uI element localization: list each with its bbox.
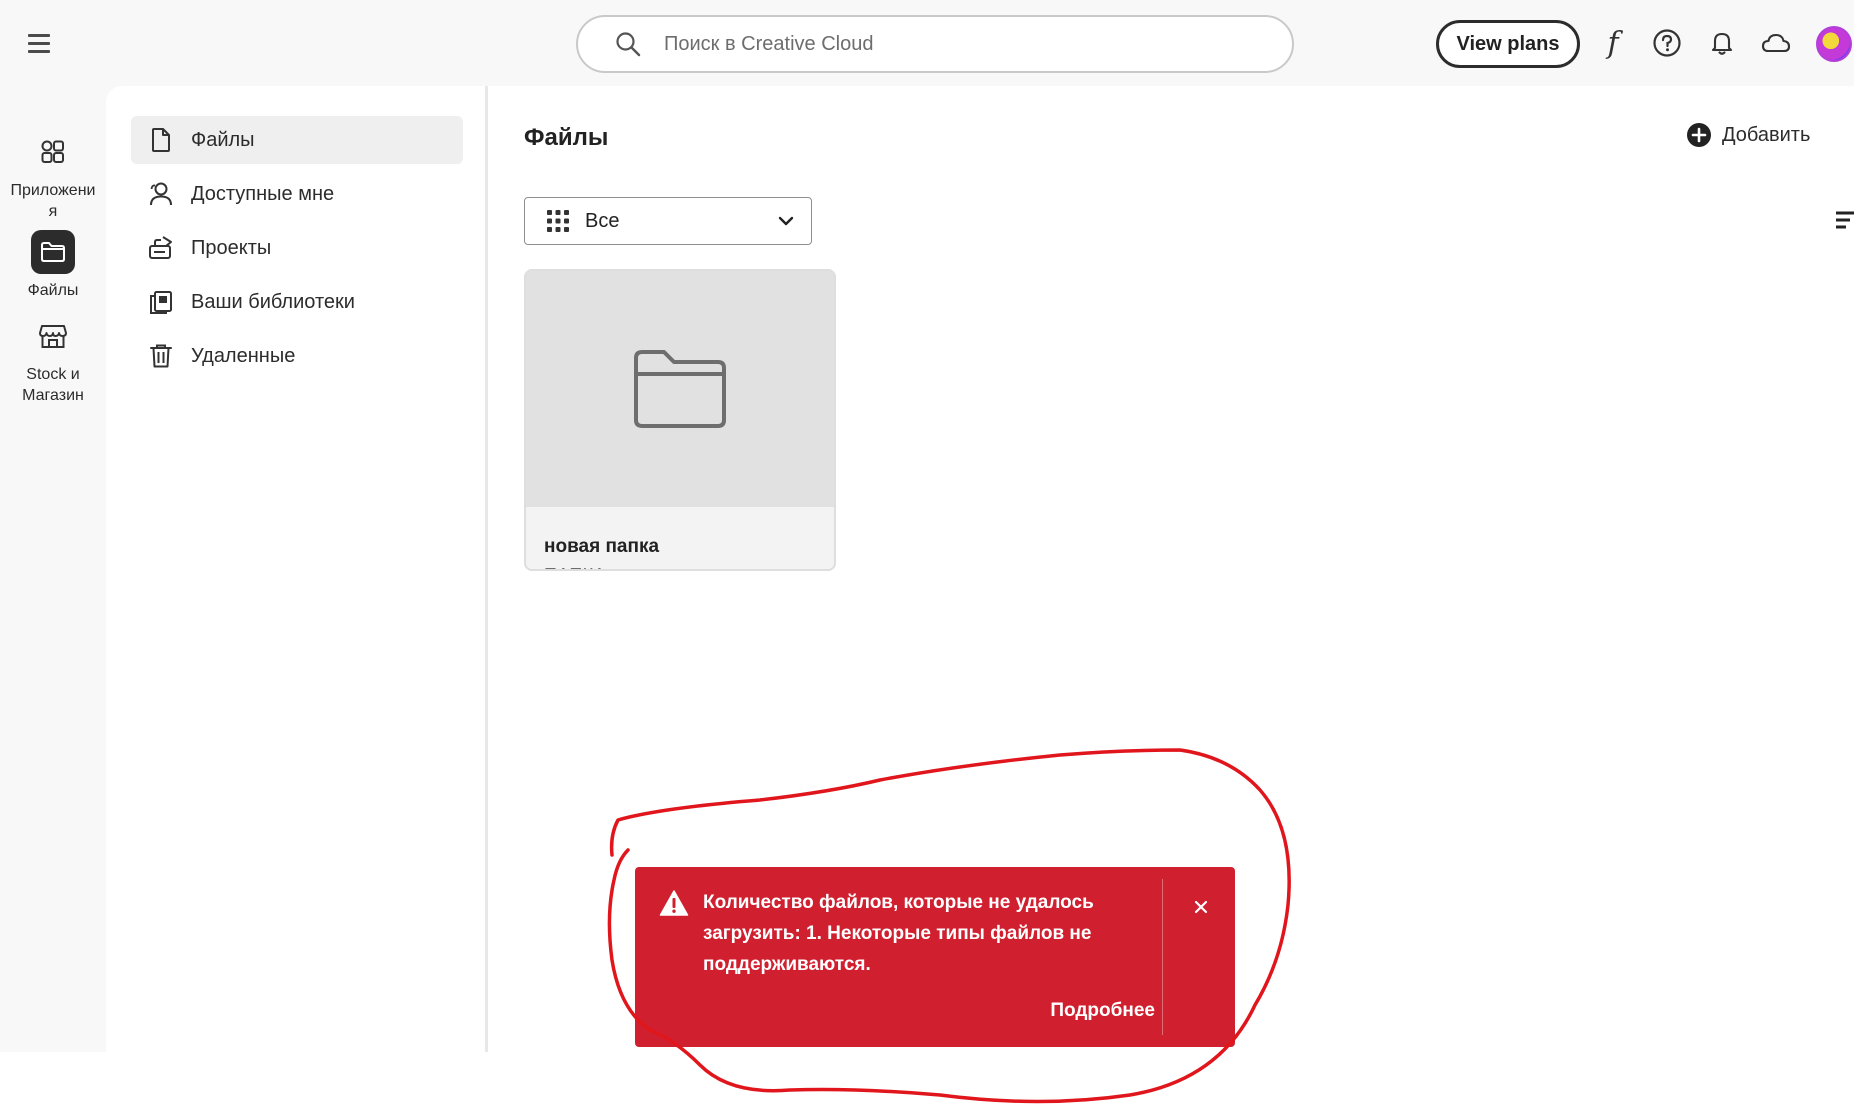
close-icon <box>1194 900 1208 914</box>
subnav-item-deleted[interactable]: Удаленные <box>131 332 463 380</box>
folder-icon <box>634 350 726 428</box>
help-icon[interactable] <box>1650 26 1684 60</box>
subnav-item-label: Файлы <box>191 128 255 151</box>
shared-users-icon <box>147 180 175 208</box>
left-rail: Приложени я Файлы Stock и Магазин <box>0 86 106 1052</box>
type-filter-dropdown[interactable]: Все <box>524 197 812 245</box>
top-bar: View plans f <box>0 0 1854 86</box>
subnav-item-label: Доступные мне <box>191 182 335 205</box>
trash-icon <box>147 342 175 370</box>
toast-close-button[interactable] <box>1187 893 1215 921</box>
folder-icon <box>31 230 75 274</box>
user-avatar[interactable] <box>1816 26 1852 62</box>
rail-item-files[interactable]: Файлы <box>0 230 106 301</box>
add-button[interactable]: Добавить <box>1686 122 1810 148</box>
subnav-item-projects[interactable]: Проекты <box>131 224 463 272</box>
subnav-item-label: Проекты <box>191 236 272 259</box>
toast-divider <box>1162 879 1163 1035</box>
cloud-icon[interactable] <box>1759 26 1793 60</box>
subnav-item-files[interactable]: Файлы <box>131 116 463 164</box>
subnav-item-libraries[interactable]: Ваши библиотеки <box>131 278 463 326</box>
page-title: Файлы <box>524 124 609 151</box>
toast-message: Количество файлов, которые не удалось за… <box>703 892 1094 975</box>
card-type: ПАПКА <box>544 565 606 569</box>
warning-icon <box>659 890 689 916</box>
card-thumbnail <box>526 271 834 507</box>
subnav-item-label: Ваши библиотеки <box>191 290 355 313</box>
card-title: новая папка <box>544 536 660 557</box>
page-bottom-area <box>0 1052 1854 1107</box>
store-icon <box>31 314 75 358</box>
libraries-icon <box>147 288 175 316</box>
apps-icon <box>31 130 75 174</box>
view-plans-button[interactable]: View plans <box>1436 20 1580 68</box>
rail-item-stock[interactable]: Stock и Магазин <box>0 314 106 406</box>
rail-item-label: Файлы <box>27 282 79 299</box>
search-bar[interactable] <box>576 15 1294 73</box>
chevron-down-icon <box>778 216 794 226</box>
rail-item-apps[interactable]: Приложени я <box>0 130 106 222</box>
upload-error-toast: Количество файлов, которые не удалось за… <box>635 867 1235 1047</box>
rail-item-label: Stock и Магазин <box>22 366 84 404</box>
file-icon <box>147 126 175 154</box>
search-input[interactable] <box>662 31 1262 57</box>
folder-card[interactable]: новая папка ПАПКА <box>524 269 836 571</box>
hamburger-menu-icon[interactable] <box>26 32 56 56</box>
notifications-bell-icon[interactable] <box>1705 26 1739 60</box>
add-circle-icon <box>1687 123 1711 147</box>
sort-icon[interactable] <box>1834 204 1854 240</box>
subnav-item-shared[interactable]: Доступные мне <box>131 170 463 218</box>
projects-icon <box>147 234 175 262</box>
filter-selected-value: Все <box>585 209 620 232</box>
files-subnav: Файлы Доступные мне Проекты Ваши библиот… <box>106 86 488 1052</box>
search-icon <box>616 32 641 57</box>
rail-item-label: Приложени я <box>10 182 96 220</box>
fonts-icon[interactable]: f <box>1596 26 1630 61</box>
add-button-label: Добавить <box>1722 123 1811 146</box>
grid-dots-icon <box>547 210 569 232</box>
toast-more-link[interactable]: Подробнее <box>1015 1000 1155 1022</box>
subnav-item-label: Удаленные <box>191 344 296 367</box>
